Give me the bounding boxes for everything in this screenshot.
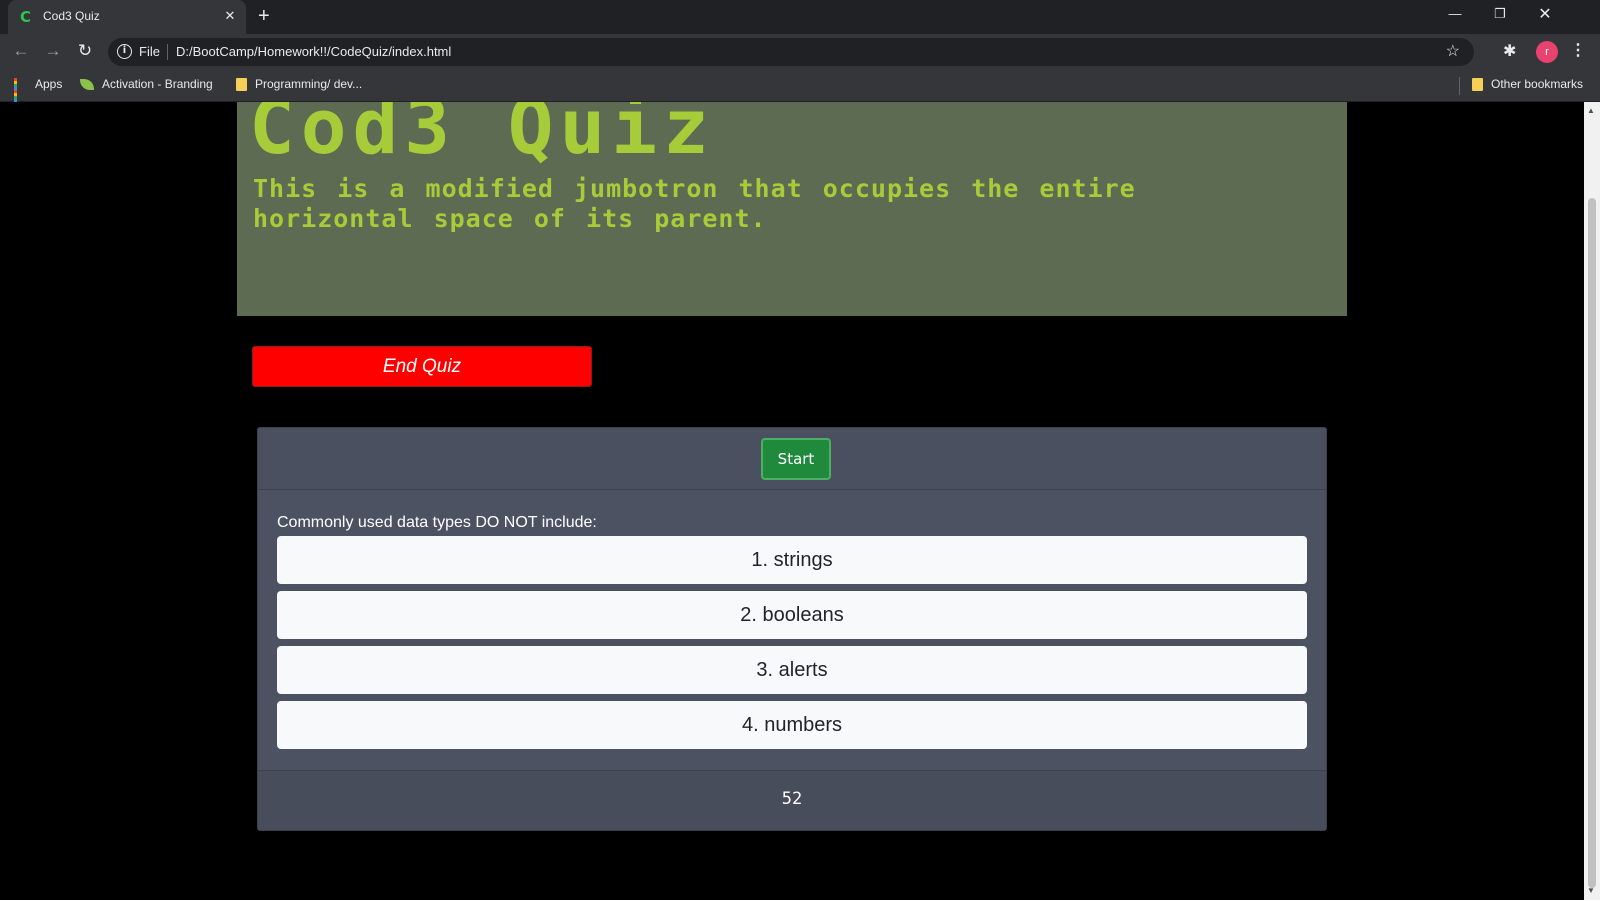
- back-icon[interactable]: ←: [11, 41, 31, 61]
- tab-title: Cod3 Quiz: [43, 9, 100, 23]
- info-icon[interactable]: i: [117, 44, 132, 59]
- page-viewport: Cod3 Quiz This is a modified jumbotron t…: [0, 102, 1584, 900]
- folder-icon: [1472, 78, 1483, 92]
- quiz-card-footer: 52: [258, 770, 1326, 830]
- bookmark-programming[interactable]: Programming/ dev...: [236, 77, 363, 92]
- omnibox-divider: [167, 44, 168, 60]
- bookmark-label: Activation - Branding: [102, 77, 213, 91]
- bookmark-label: Apps: [35, 77, 63, 91]
- bookmark-activation-branding[interactable]: Activation - Branding: [80, 77, 213, 91]
- bookmarks-bar: Apps Activation - Branding Programming/ …: [0, 70, 1600, 106]
- url-scheme: File: [139, 44, 160, 59]
- new-tab-icon[interactable]: +: [258, 5, 270, 28]
- scrollbar-thumb[interactable]: [1588, 198, 1596, 888]
- reload-icon[interactable]: ↻: [75, 41, 95, 61]
- page-title: Cod3 Quiz: [249, 102, 715, 171]
- bookmarks-divider: [1459, 77, 1460, 95]
- bookmark-star-icon[interactable]: ☆: [1446, 41, 1460, 61]
- answer-button-2[interactable]: 2. booleans: [277, 591, 1307, 639]
- bookmark-other[interactable]: Other bookmarks: [1472, 77, 1584, 92]
- address-bar[interactable]: i File D:/BootCamp/Homework!!/CodeQuiz/i…: [108, 38, 1474, 66]
- minimize-icon[interactable]: —: [1445, 6, 1465, 21]
- scroll-up-icon[interactable]: ▲: [1587, 106, 1595, 115]
- answer-button-4[interactable]: 4. numbers: [277, 701, 1307, 749]
- apps-grid-icon: [14, 78, 27, 106]
- timer-display: 52: [781, 789, 803, 809]
- forward-icon[interactable]: →: [43, 41, 63, 61]
- tab-favicon-icon: C: [20, 8, 32, 26]
- quiz-card: Start Commonly used data types DO NOT in…: [257, 427, 1327, 831]
- answer-button-3[interactable]: 3. alerts: [277, 646, 1307, 694]
- browser-tab[interactable]: C Cod3 Quiz ✕: [8, 0, 246, 34]
- url-text[interactable]: D:/BootCamp/Homework!!/CodeQuiz/index.ht…: [176, 44, 451, 59]
- tab-close-icon[interactable]: ✕: [222, 8, 238, 24]
- quiz-card-header: Start: [258, 428, 1326, 490]
- question-text: Commonly used data types DO NOT include:: [277, 514, 597, 531]
- browser-toolbar: ← → ↻ i File D:/BootCamp/Homework!!/Code…: [0, 34, 1600, 70]
- answer-button-1[interactable]: 1. strings: [277, 536, 1307, 584]
- scroll-down-icon[interactable]: ▼: [1587, 886, 1595, 895]
- bookmark-label: Programming/ dev...: [255, 77, 363, 91]
- jumbotron-lead: This is a modified jumbotron that occupi…: [253, 174, 1136, 233]
- extensions-icon[interactable]: ✱: [1503, 41, 1516, 61]
- folder-icon: [236, 78, 247, 92]
- end-quiz-button[interactable]: End Quiz: [252, 346, 592, 387]
- start-button[interactable]: Start: [761, 438, 831, 480]
- vertical-scrollbar[interactable]: ▲ ▼: [1584, 102, 1600, 900]
- leaf-icon: [80, 79, 94, 91]
- jumbotron: Cod3 Quiz This is a modified jumbotron t…: [237, 102, 1347, 316]
- window-close-icon[interactable]: ✕: [1535, 4, 1555, 24]
- bookmark-apps[interactable]: Apps: [14, 77, 63, 106]
- bookmark-label: Other bookmarks: [1491, 77, 1584, 91]
- tab-strip: C Cod3 Quiz ✕ + — ❐ ✕: [0, 0, 1600, 34]
- menu-icon[interactable]: ⋮: [1570, 40, 1586, 60]
- restore-icon[interactable]: ❐: [1490, 6, 1510, 22]
- profile-avatar[interactable]: r: [1536, 41, 1558, 63]
